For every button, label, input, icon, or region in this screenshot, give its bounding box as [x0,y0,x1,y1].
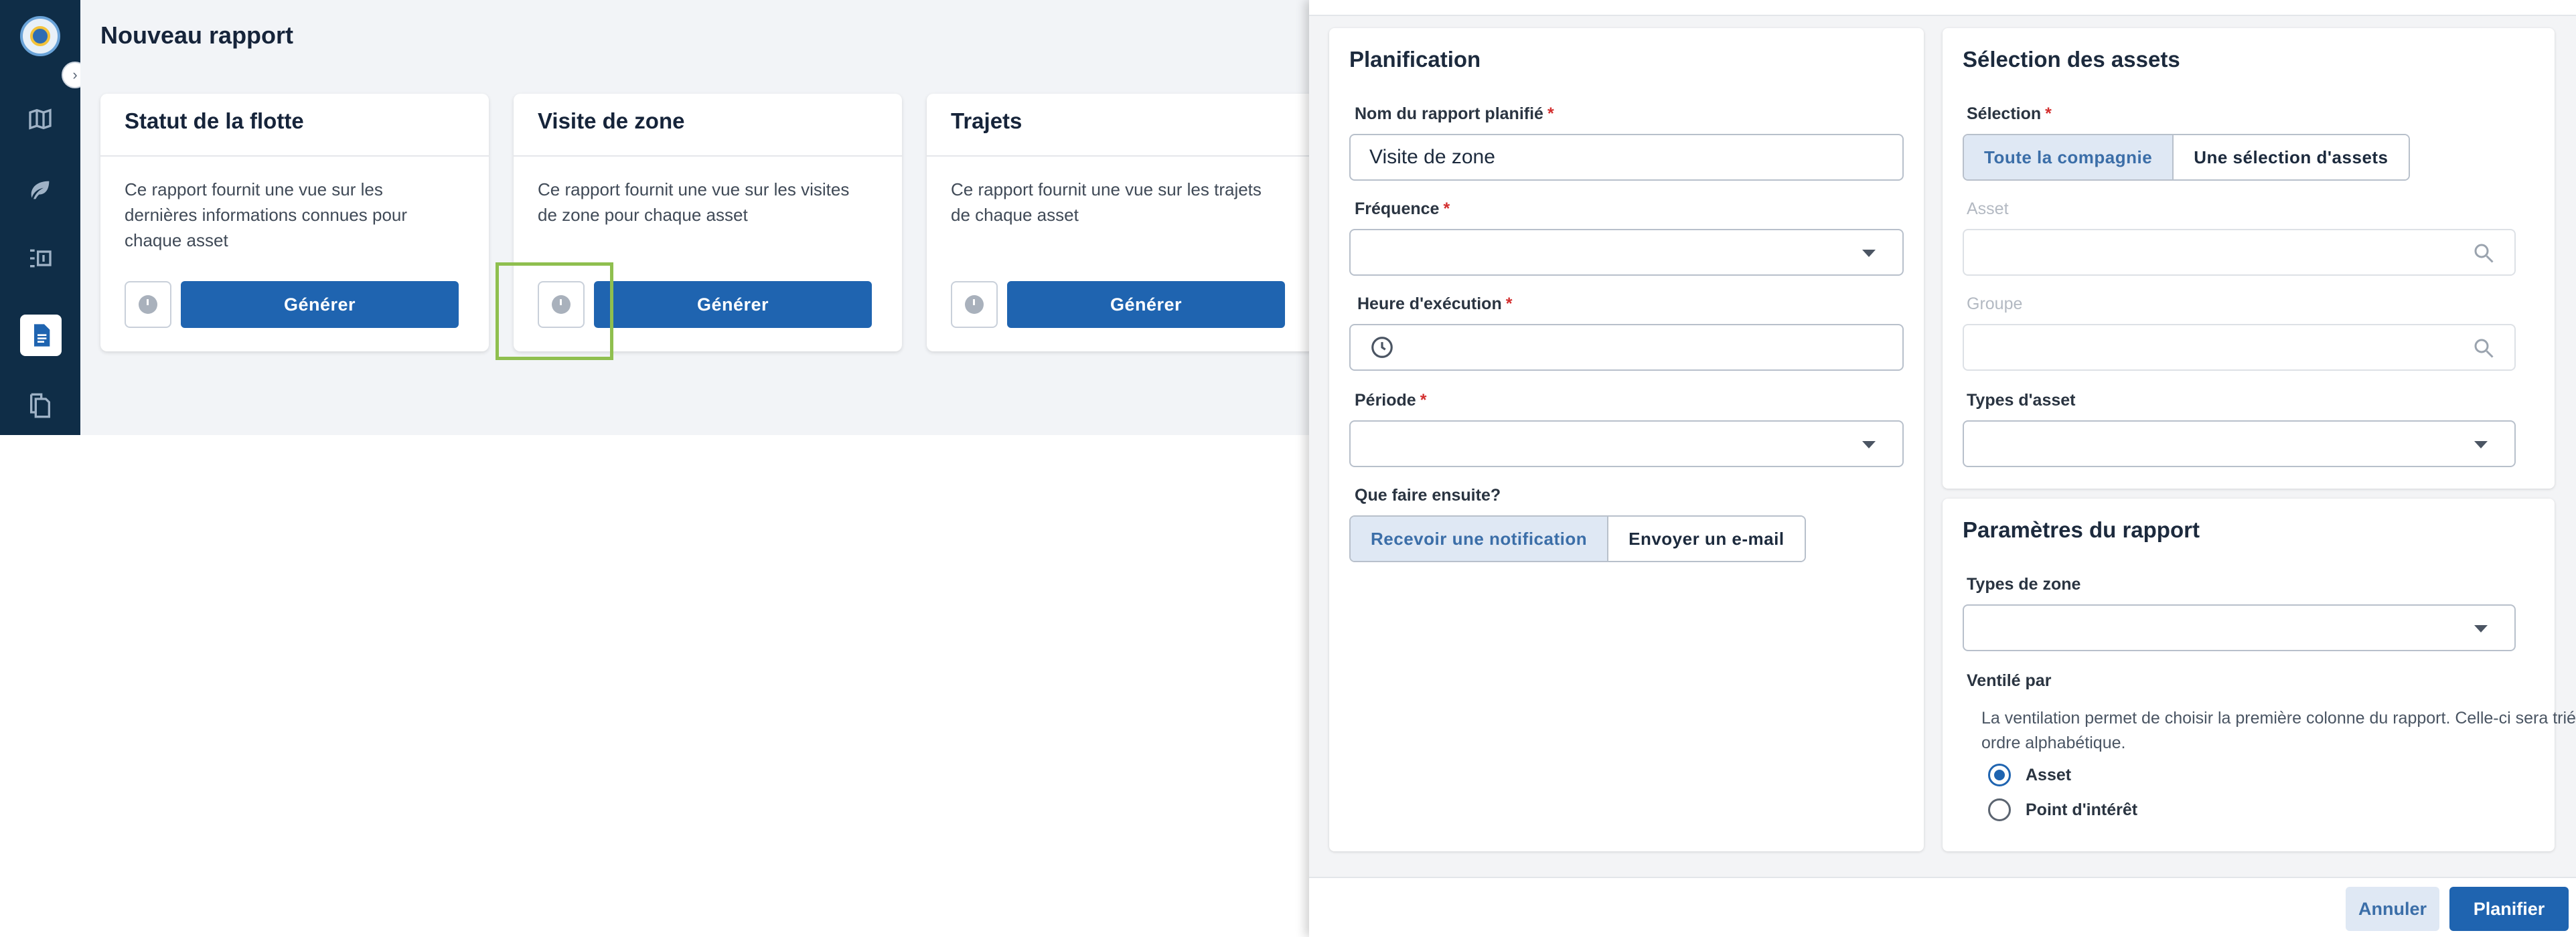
main-content: Nouveau rapport Statut de la flotte Ce r… [80,0,1315,435]
asset-search-input[interactable] [1963,229,2516,276]
card-description: Ce rapport fournit une vue sur les visit… [538,179,850,225]
dropdown-arrow-icon [1862,250,1876,257]
card-title: Statut de la flotte [125,108,304,133]
logo-mark [30,26,50,46]
sidebar-item-eco[interactable] [21,171,59,209]
clock-icon [1371,337,1393,358]
schedule-button[interactable] [125,281,171,328]
page-title: Nouveau rapport [100,21,294,49]
report-parameters-section: Paramètres du rapport Types de zone Vent… [1943,499,2576,851]
app-logo[interactable] [20,16,60,56]
planning-section: Planification Nom du rapport planifié * V… [1329,28,1924,851]
radio-selected[interactable] [1988,764,2011,786]
selection-label: Sélection * [1967,104,2052,123]
clock-icon [139,295,157,314]
search-icon [2474,244,2494,263]
card-divider [927,155,1315,157]
zone-types-label: Types de zone [1967,575,2081,594]
frequency-select[interactable] [1349,229,1904,276]
card-divider [514,155,902,157]
selection-toggle: Toute la compagnie Une sélection d'asset… [1963,134,2410,181]
dropdown-arrow-icon [1862,441,1876,448]
map-icon [29,108,52,130]
dropdown-arrow-icon [2474,441,2488,448]
email-option[interactable]: Envoyer un e-mail [1608,517,1805,561]
focus-highlight [496,262,613,360]
card-description: Ce rapport fournit une vue sur les derni… [125,179,408,250]
next-action-toggle: Recevoir une notification Envoyer un e-m… [1349,515,1806,562]
generate-button[interactable]: Générer [1007,281,1285,328]
next-action-label: Que faire ensuite? [1355,486,1501,505]
section-title: Sélection des assets [1963,47,2180,72]
asset-label: Asset [1967,199,2009,218]
card-description: Ce rapport fournit une vue sur les traje… [951,179,1262,225]
sidebar-item-reports[interactable] [20,315,62,356]
schedule-button[interactable] [951,281,998,328]
sidebar-item-trips[interactable] [21,240,59,277]
notification-option[interactable]: Recevoir une notification [1351,517,1609,561]
cancel-button[interactable]: Annuler [2346,887,2439,931]
breakdown-option-poi[interactable]: Point d'intérêt [1988,798,2137,821]
frequency-label: Fréquence * [1355,199,1450,218]
execution-time-input[interactable] [1349,324,1904,371]
breakdown-option-asset[interactable]: Asset [1988,764,2071,786]
generate-button[interactable]: Générer [181,281,459,328]
card-title: Visite de zone [538,108,685,133]
documents-icon [30,393,50,418]
schedule-panel: Planification Nom du rapport planifié * V… [1309,0,2576,937]
section-title: Planification [1349,47,1481,72]
card-title: Trajets [951,108,1022,133]
sidebar-item-map[interactable] [21,100,59,138]
clock-icon [965,295,984,314]
report-card-trips: Trajets Ce rapport fournit une vue sur l… [927,94,1315,351]
chevron-right-icon: › [72,66,78,83]
card-divider [100,155,489,157]
radio-unselected[interactable] [1988,798,2011,821]
breakdown-hint: La ventilation permet de choisir la prem… [1981,709,2576,752]
group-search-input[interactable] [1963,324,2516,371]
asset-types-label: Types d'asset [1967,391,2076,410]
generate-button[interactable]: Générer [594,281,872,328]
period-label: Période * [1355,391,1427,410]
sidebar: › [0,0,88,435]
section-title: Paramètres du rapport [1963,517,2200,542]
period-select[interactable] [1349,420,1904,467]
group-label: Groupe [1967,294,2023,313]
sidebar-item-documents[interactable] [21,387,59,424]
leaf-icon [31,181,50,199]
search-icon [2474,339,2494,358]
asset-types-select[interactable] [1963,420,2516,467]
execution-time-label: Heure d'exécution * [1357,294,1513,313]
breakdown-label: Ventilé par [1967,671,2052,690]
schedule-submit-button[interactable]: Planifier [2449,887,2569,931]
report-name-input[interactable]: Visite de zone [1349,134,1904,181]
zone-types-select[interactable] [1963,604,2516,651]
asset-selection-option[interactable]: Une sélection d'assets [2174,135,2409,179]
whole-company-option[interactable]: Toute la compagnie [1964,135,2174,179]
panel-header [1309,0,2576,16]
report-card-fleet-status: Statut de la flotte Ce rapport fournit u… [100,94,489,351]
dropdown-arrow-icon [2474,625,2488,632]
route-list-icon [30,249,52,268]
report-name-label: Nom du rapport planifié * [1355,104,1554,123]
asset-selection-section: Sélection des assets Sélection * Toute la… [1943,28,2555,489]
report-icon [34,324,50,347]
